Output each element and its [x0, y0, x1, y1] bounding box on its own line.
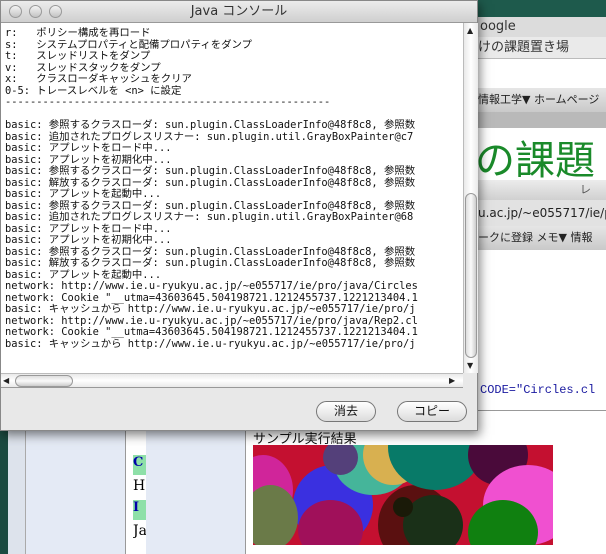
divider: [478, 410, 606, 411]
console-line: network: Cookie "__utma=43603645.5041987…: [5, 326, 418, 338]
side-panel: [146, 430, 246, 554]
text: Ja: [133, 523, 146, 539]
console-line: network: http://www.ie.u-ryukyu.ac.jp/~e…: [5, 280, 418, 292]
circles-applet: [253, 445, 553, 545]
title-bar[interactable]: Java コンソール: [1, 1, 477, 23]
console-output[interactable]: r: ポリシー構成を再ロード s: システムプロパティと配備プロパティをダンプ t:…: [1, 23, 463, 373]
console-line: basic: キャッシュから http://www.ie.u-ryukyu.ac…: [5, 337, 416, 350]
console-line: basic: 参照するクラスローダ: sun.plugin.ClassLoade…: [5, 165, 416, 177]
heading-box: I: [133, 500, 146, 520]
console-line: t: スレッドリストをダンプ: [5, 50, 151, 62]
scroll-left-arrow-icon[interactable]: ◀: [3, 376, 9, 385]
console-line: r: ポリシー構成を再ロード: [5, 27, 151, 39]
scroll-right-arrow-icon[interactable]: ▶: [449, 376, 455, 385]
console-line: basic: アプレットを初期化中...: [5, 234, 172, 246]
side-panel: [26, 430, 126, 554]
console-line: basic: キャッシュから http://www.ie.u-ryukyu.ac…: [5, 303, 416, 315]
horizontal-scroll-thumb[interactable]: [15, 375, 73, 387]
column: [8, 430, 26, 554]
console-line: basic: アプレットをロード中...: [5, 142, 172, 154]
code-snippet: CODE="Circles.cl: [480, 383, 596, 397]
scroll-up-arrow-icon[interactable]: ▲: [467, 26, 473, 35]
console-line: basic: 参照するクラスローダ: sun.plugin.ClassLoade…: [5, 119, 416, 131]
page-heading: の課題: [475, 138, 595, 182]
heading-box: C: [133, 455, 146, 475]
console-line: ----------------------------------------…: [5, 96, 331, 108]
copy-button[interactable]: コピー: [397, 401, 467, 422]
clear-button[interactable]: 消去: [316, 401, 376, 422]
text: H: [133, 478, 146, 494]
vertical-scroll-thumb[interactable]: [465, 193, 477, 358]
console-line: basic: 追加されたプログレスリスナー: sun.plugin.util.G…: [5, 211, 414, 223]
console-line: x: クラスローダキャッシュをクリア: [5, 73, 192, 85]
console-line: basic: アプレットを起動中...: [5, 188, 162, 200]
horizontal-scrollbar[interactable]: ◀ ▶: [1, 373, 463, 388]
minimize-window-button[interactable]: [29, 5, 42, 18]
console-line: basic: 解放するクラスローダ: sun.plugin.ClassLoade…: [5, 257, 416, 269]
left-edge: [0, 430, 8, 554]
zoom-window-button[interactable]: [49, 5, 62, 18]
vertical-scrollbar[interactable]: ▲ ▼: [463, 23, 478, 373]
close-window-button[interactable]: [9, 5, 22, 18]
scroll-down-arrow-icon[interactable]: ▼: [467, 361, 473, 370]
java-console-window: Java コンソール r: ポリシー構成を再ロード s: システムプロパティと配備…: [0, 0, 478, 431]
window-title: Java コンソール: [190, 4, 288, 19]
